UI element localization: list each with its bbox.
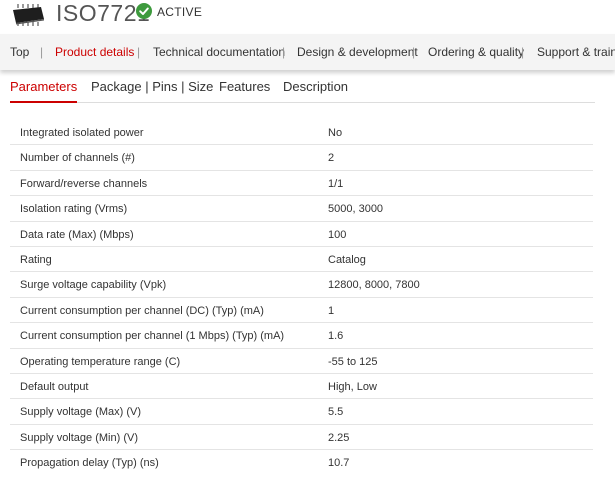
status-badge: ACTIVE <box>157 5 203 19</box>
check-circle-icon <box>136 3 152 19</box>
param-name: Supply voltage (Min) (V) <box>20 431 138 444</box>
table-row: Rating Catalog <box>10 247 593 273</box>
nav-separator: | <box>40 45 44 59</box>
nav-item-ordering-quality[interactable]: Ordering & quality <box>428 45 524 59</box>
table-row: Supply voltage (Max) (V) 5.5 <box>10 399 593 425</box>
param-value: No <box>328 127 343 139</box>
param-value: High, Low <box>328 380 377 393</box>
table-row: Propagation delay (Typ) (ns) 10.7 <box>10 450 593 475</box>
param-value: 1/1 <box>328 177 344 190</box>
param-name: Current consumption per channel (1 Mbps)… <box>20 330 285 343</box>
param-name: Surge voltage capability (Vpk) <box>20 279 167 292</box>
nav-separator: | <box>412 45 416 59</box>
nav-separator: | <box>282 45 286 59</box>
ic-package-icon <box>13 4 44 26</box>
param-name: Current consumption per channel (DC) (Ty… <box>20 304 264 317</box>
table-row: Operating temperature range (C) -55 to 1… <box>10 349 593 374</box>
product-header: ISO7721 ACTIVE <box>0 0 615 34</box>
param-name: Integrated isolated power <box>20 127 144 139</box>
param-name: Rating <box>20 253 52 266</box>
table-row: Current consumption per channel (1 Mbps)… <box>10 323 593 349</box>
param-value: 2.25 <box>328 431 350 444</box>
table-row: Number of channels (#) 2 <box>10 145 593 171</box>
table-row: Surge voltage capability (Vpk) 12800, 80… <box>10 272 593 298</box>
param-name: Supply voltage (Max) (V) <box>20 406 142 419</box>
param-value: 12800, 8000, 7800 <box>328 279 420 292</box>
table-row: Data rate (Max) (Mbps) 100 <box>10 222 593 247</box>
details-tabs: Parameters Package | Pins | Size Feature… <box>10 79 595 103</box>
param-value: 100 <box>328 228 347 241</box>
table-row: Forward/reverse channels 1/1 <box>10 171 593 197</box>
nav-item-design-development[interactable]: Design & development <box>297 45 418 59</box>
param-name: Number of channels (#) <box>20 152 135 165</box>
param-value: 10.7 <box>328 457 350 470</box>
param-value: 1 <box>328 304 335 317</box>
param-name: Forward/reverse channels <box>20 177 148 190</box>
product-nav-bar: Top | Product details | Technical docume… <box>0 34 615 70</box>
table-row: Default output High, Low <box>10 374 593 400</box>
param-value: 1.6 <box>328 330 344 343</box>
nav-item-product-details[interactable]: Product details <box>55 45 134 59</box>
tab-features[interactable]: Features <box>219 79 270 103</box>
param-name: Data rate (Max) (Mbps) <box>20 228 134 241</box>
tab-parameters[interactable]: Parameters <box>10 79 78 103</box>
nav-separator: | <box>137 45 141 59</box>
nav-item-support-training[interactable]: Support & trainin <box>537 45 615 59</box>
param-value: 2 <box>328 152 335 165</box>
param-name: Default output <box>20 380 89 393</box>
table-row: Current consumption per channel (DC) (Ty… <box>10 298 593 324</box>
nav-item-top[interactable]: Top <box>10 45 29 59</box>
nav-separator: | <box>521 45 525 59</box>
param-value: 5000, 3000 <box>328 203 384 216</box>
param-name: Operating temperature range (C) <box>20 355 181 368</box>
param-value: -55 to 125 <box>328 355 378 368</box>
tab-package-pins-size[interactable]: Package | Pins | Size <box>91 79 213 103</box>
tab-description[interactable]: Description <box>283 79 348 103</box>
param-name: Isolation rating (Vrms) <box>20 203 128 216</box>
parameters-table: Integrated isolated power No Number of c… <box>10 120 593 475</box>
table-row: Isolation rating (Vrms) 5000, 3000 <box>10 196 593 222</box>
nav-item-technical-documentation[interactable]: Technical documentation <box>153 45 285 59</box>
table-row: Integrated isolated power No <box>10 120 593 146</box>
param-value: Catalog <box>328 253 366 266</box>
param-name: Propagation delay (Typ) (ns) <box>20 457 159 470</box>
table-row: Supply voltage (Min) (V) 2.25 <box>10 425 593 451</box>
param-value: 5.5 <box>328 406 344 419</box>
